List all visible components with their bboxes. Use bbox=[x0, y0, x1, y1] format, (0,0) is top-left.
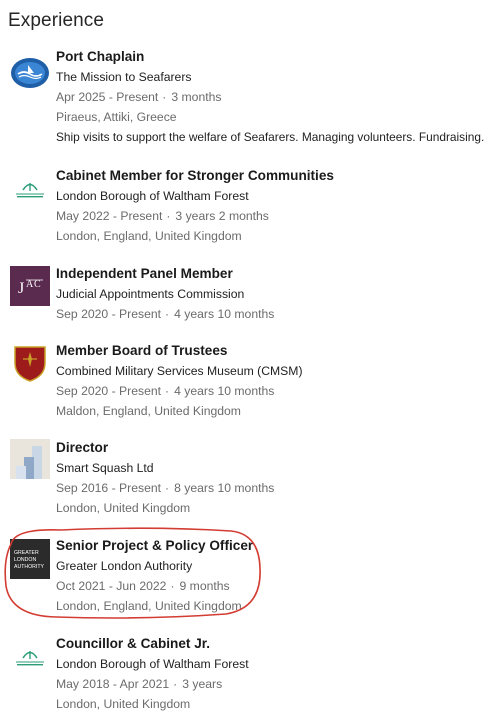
duration: 3 months bbox=[171, 90, 222, 104]
date-range: Sep 2020 - Present · 4 years 10 months bbox=[56, 304, 500, 324]
location: London, England, United Kingdom bbox=[56, 229, 242, 243]
dates: Sep 2016 - Present bbox=[56, 481, 162, 495]
company-name[interactable]: London Borough of Waltham Forest bbox=[56, 186, 500, 206]
duration: 4 years 10 months bbox=[174, 384, 275, 398]
dates: Sep 2020 - Present bbox=[56, 384, 162, 398]
separator-dot: · bbox=[165, 384, 170, 398]
separator-dot: · bbox=[166, 209, 171, 223]
separator-dot: · bbox=[173, 677, 178, 691]
duration: 3 years bbox=[182, 677, 223, 691]
date-range: Sep 2016 - Present · 8 years 10 months bbox=[56, 478, 500, 498]
job-title[interactable]: Independent Panel Member bbox=[56, 264, 500, 284]
separator-dot: · bbox=[165, 481, 170, 495]
job-title[interactable]: Councillor & Cabinet Jr. bbox=[56, 634, 500, 654]
separator-dot: · bbox=[162, 90, 167, 104]
date-range: May 2018 - Apr 2021 · 3 years bbox=[56, 674, 500, 694]
generic-company-logo-icon[interactable] bbox=[10, 439, 50, 479]
dates: Sep 2020 - Present bbox=[56, 307, 162, 321]
waltham-forest-logo-icon[interactable] bbox=[10, 170, 50, 210]
dates: Apr 2025 - Present bbox=[56, 90, 159, 104]
date-range: Sep 2020 - Present · 4 years 10 months bbox=[56, 381, 500, 401]
waltham-forest-logo-icon[interactable] bbox=[10, 638, 50, 678]
job-title[interactable]: Director bbox=[56, 438, 500, 458]
job-title[interactable]: Cabinet Member for Stronger Communities bbox=[56, 166, 500, 186]
location: London, United Kingdom bbox=[56, 501, 191, 515]
job-description: Ship visits to support the welfare of Se… bbox=[56, 130, 485, 144]
duration: 8 years 10 months bbox=[174, 481, 275, 495]
location: Piraeus, Attiki, Greece bbox=[56, 110, 177, 124]
company-name[interactable]: London Borough of Waltham Forest bbox=[56, 654, 500, 674]
duration: 3 years 2 months bbox=[175, 209, 269, 223]
svg-text:C: C bbox=[34, 279, 41, 290]
location: London, United Kingdom bbox=[56, 697, 191, 711]
svg-text:A: A bbox=[26, 279, 34, 290]
company-name[interactable]: Smart Squash Ltd bbox=[56, 458, 500, 478]
job-title[interactable]: Port Chaplain bbox=[56, 47, 500, 67]
duration: 4 years 10 months bbox=[174, 307, 275, 321]
job-title[interactable]: Member Board of Trustees bbox=[56, 341, 500, 361]
company-name[interactable]: Combined Military Services Museum (CMSM) bbox=[56, 361, 500, 381]
separator-dot: · bbox=[165, 307, 170, 321]
cmsm-crest-logo-icon[interactable] bbox=[10, 343, 50, 383]
page-title: Experience bbox=[8, 10, 105, 31]
company-name[interactable]: The Mission to Seafarers bbox=[56, 67, 500, 87]
highlight-annotation-ring bbox=[1, 524, 263, 620]
location: Maldon, England, United Kingdom bbox=[56, 404, 241, 418]
date-range: Apr 2025 - Present · 3 months bbox=[56, 87, 500, 107]
judicial-appointments-commission-logo-icon[interactable]: J A C bbox=[10, 266, 50, 306]
dates: May 2018 - Apr 2021 bbox=[56, 677, 170, 691]
dates: May 2022 - Present bbox=[56, 209, 163, 223]
mission-to-seafarers-logo-icon[interactable] bbox=[10, 53, 50, 93]
company-name[interactable]: Judicial Appointments Commission bbox=[56, 284, 500, 304]
date-range: May 2022 - Present · 3 years 2 months bbox=[56, 206, 500, 226]
svg-text:J: J bbox=[18, 280, 24, 297]
